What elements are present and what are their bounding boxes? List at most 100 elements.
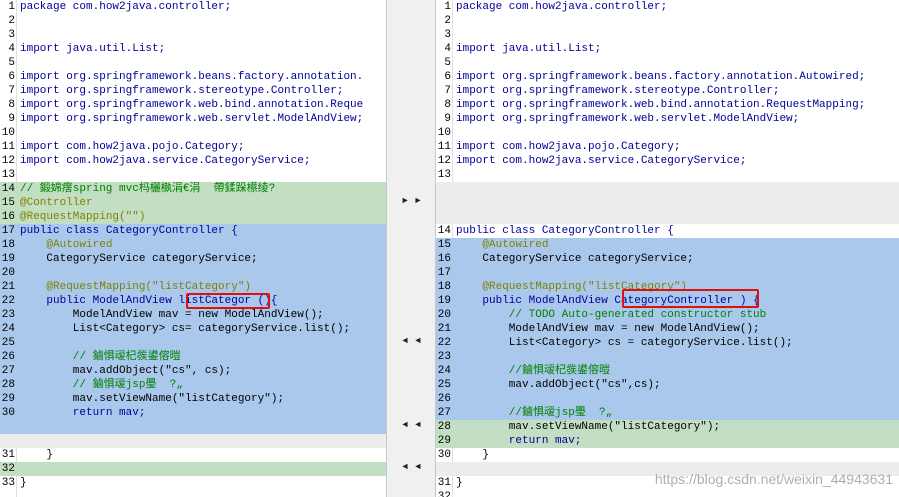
left-line-number: 26 (1, 351, 15, 363)
left-code-line: 21 @RequestMapping("listCategory") (0, 280, 386, 294)
left-line-text[interactable]: // 鏀惧叆杞彂鍙傛暟 (20, 350, 181, 364)
merge-button-copy-left-2[interactable]: ◄ ◄ (394, 419, 430, 431)
right-code-line: 29 return mav; (436, 434, 899, 448)
left-line-text[interactable]: return mav; (20, 406, 146, 420)
right-line-number: 24 (437, 365, 451, 377)
left-line-text[interactable]: public class CategoryController { (20, 224, 238, 238)
left-line-text[interactable]: mav.setViewName("listCategory"); (20, 392, 284, 406)
merge-button-copy-left-1[interactable]: ◄ ◄ (394, 335, 430, 347)
right-line-text[interactable]: import java.util.List; (456, 42, 601, 56)
left-line-text[interactable]: @RequestMapping("listCategory") (20, 280, 251, 294)
left-line-number: 23 (1, 309, 15, 321)
right-line-number: 20 (437, 309, 451, 321)
right-line-text[interactable]: import org.springframework.beans.factory… (456, 70, 865, 84)
left-line-number: 21 (1, 281, 15, 293)
merge-button-copy-left-3[interactable]: ◄ ◄ (394, 461, 430, 473)
merge-button-copy-right[interactable]: ► ► (394, 195, 430, 207)
right-line-number: 10 (437, 127, 451, 139)
right-line-text[interactable]: mav.addObject("cs",cs); (456, 378, 661, 392)
right-code-line: 25 mav.addObject("cs",cs); (436, 378, 899, 392)
right-line-number: 27 (437, 407, 451, 419)
left-code-line: 4 import java.util.List; (0, 42, 386, 56)
left-code-line: 32 (0, 462, 386, 476)
left-line-text[interactable]: import java.util.List; (20, 42, 165, 56)
right-line-text[interactable]: mav.setViewName("listCategory"); (456, 420, 720, 434)
right-line-text[interactable]: List<Category> cs = categoryService.list… (456, 336, 793, 350)
right-line-text[interactable]: import com.how2java.service.CategoryServ… (456, 154, 746, 168)
left-line-text[interactable]: mav.addObject("cs", cs); (20, 364, 231, 378)
right-code-line (436, 182, 899, 196)
right-code-line: 20 // TODO Auto-generated constructor st… (436, 308, 899, 322)
left-code-line (0, 420, 386, 434)
left-code-line: 19 CategoryService categoryService; (0, 252, 386, 266)
right-line-text[interactable]: public class CategoryController { (456, 224, 674, 238)
right-line-text[interactable]: package com.how2java.controller; (456, 0, 667, 14)
left-line-number: 30 (1, 407, 15, 419)
left-code-line: 17 public class CategoryController { (0, 224, 386, 238)
right-editor-pane[interactable]: 1 package com.how2java.controller; 2 3 4 impo… (436, 0, 899, 497)
right-line-number: 22 (437, 337, 451, 349)
right-line-number: 19 (437, 295, 451, 307)
left-line-text[interactable]: import org.springframework.web.bind.anno… (20, 98, 363, 112)
left-line-number: 1 (8, 1, 15, 13)
right-line-text[interactable]: import com.how2java.pojo.Category; (456, 140, 680, 154)
right-line-number: 29 (437, 435, 451, 447)
left-code-line: 33} (0, 476, 386, 490)
left-code-line: 3 (0, 28, 386, 42)
right-method-name-highlight (622, 289, 759, 308)
left-line-text[interactable]: import org.springframework.web.servlet.M… (20, 112, 363, 126)
right-line-text[interactable]: //鏀惧叆jsp璺 ?„ (456, 406, 612, 420)
left-line-text[interactable]: CategoryService categoryService; (20, 252, 257, 266)
right-line-number: 30 (437, 449, 451, 461)
left-line-number: 11 (1, 141, 15, 153)
left-line-text[interactable]: ModelAndView mav = new ModelAndView(); (20, 308, 324, 322)
left-line-text[interactable]: } (20, 448, 53, 462)
left-code-line: 7 import org.springframework.stereotype.C… (0, 84, 386, 98)
left-line-number: 15 (1, 197, 15, 209)
right-line-number: 6 (444, 71, 451, 83)
right-line-number: 11 (437, 141, 451, 153)
right-line-text[interactable]: import org.springframework.stereotype.Co… (456, 84, 779, 98)
right-line-number: 17 (437, 267, 451, 279)
left-line-text[interactable]: // 鏀惧叆jsp璺 ?„ (20, 378, 183, 392)
right-line-number: 14 (437, 225, 451, 237)
left-line-text[interactable]: import com.how2java.service.CategoryServ… (20, 154, 310, 168)
left-line-text[interactable]: } (20, 476, 27, 490)
left-line-text[interactable]: // 鍛婂瘔spring mvc杩欐槸涓€涓 帶鍒跺櫒绫? (20, 182, 275, 196)
right-line-text[interactable]: import org.springframework.web.bind.anno… (456, 98, 865, 112)
right-code-line: 22 List<Category> cs = categoryService.l… (436, 336, 899, 350)
right-line-text[interactable]: CategoryService categoryService; (456, 252, 693, 266)
right-code-line: 23 (436, 350, 899, 364)
left-line-text[interactable]: import org.springframework.beans.factory… (20, 70, 363, 84)
left-code-line: 14 // 鍛婂瘔spring mvc杩欐槸涓€涓 帶鍒跺櫒绫? (0, 182, 386, 196)
left-line-number: 29 (1, 393, 15, 405)
left-code-line: 16 @RequestMapping("") (0, 210, 386, 224)
right-code-line: 17 (436, 266, 899, 280)
right-line-text[interactable]: ModelAndView mav = new ModelAndView(); (456, 322, 760, 336)
right-line-number: 31 (437, 477, 451, 489)
right-line-text[interactable]: return mav; (456, 434, 582, 448)
left-line-text[interactable]: @Controller (20, 196, 93, 210)
right-code-line: 21 ModelAndView mav = new ModelAndView()… (436, 322, 899, 336)
right-line-text[interactable]: //鏀惧叆杞彂鍙傛暟 (456, 364, 610, 378)
right-code-line: 2 (436, 14, 899, 28)
right-line-text[interactable]: // TODO Auto-generated constructor stub (456, 308, 766, 322)
right-code-line: 9 import org.springframework.web.servlet.… (436, 112, 899, 126)
right-line-number: 2 (444, 15, 451, 27)
left-line-text[interactable]: @Autowired (20, 238, 112, 252)
right-line-text[interactable]: } (456, 476, 463, 490)
left-editor-pane[interactable]: 1 package com.how2java.controller; 2 3 4 impo… (0, 0, 386, 497)
right-line-text[interactable]: } (456, 448, 489, 462)
left-line-text[interactable]: import org.springframework.stereotype.Co… (20, 84, 343, 98)
left-code-line: 10 (0, 126, 386, 140)
left-line-text[interactable]: import com.how2java.pojo.Category; (20, 140, 244, 154)
right-code-line: 28 mav.setViewName("listCategory"); (436, 420, 899, 434)
right-code-line: 5 (436, 56, 899, 70)
left-line-text[interactable]: List<Category> cs= categoryService.list(… (20, 322, 350, 336)
left-line-text[interactable]: package com.how2java.controller; (20, 0, 231, 14)
left-line-number: 28 (1, 379, 15, 391)
right-line-text[interactable]: import org.springframework.web.servlet.M… (456, 112, 799, 126)
left-line-text[interactable]: @RequestMapping("") (20, 210, 145, 224)
left-code-line: 1 package com.how2java.controller; (0, 0, 386, 14)
right-line-text[interactable]: @Autowired (456, 238, 548, 252)
